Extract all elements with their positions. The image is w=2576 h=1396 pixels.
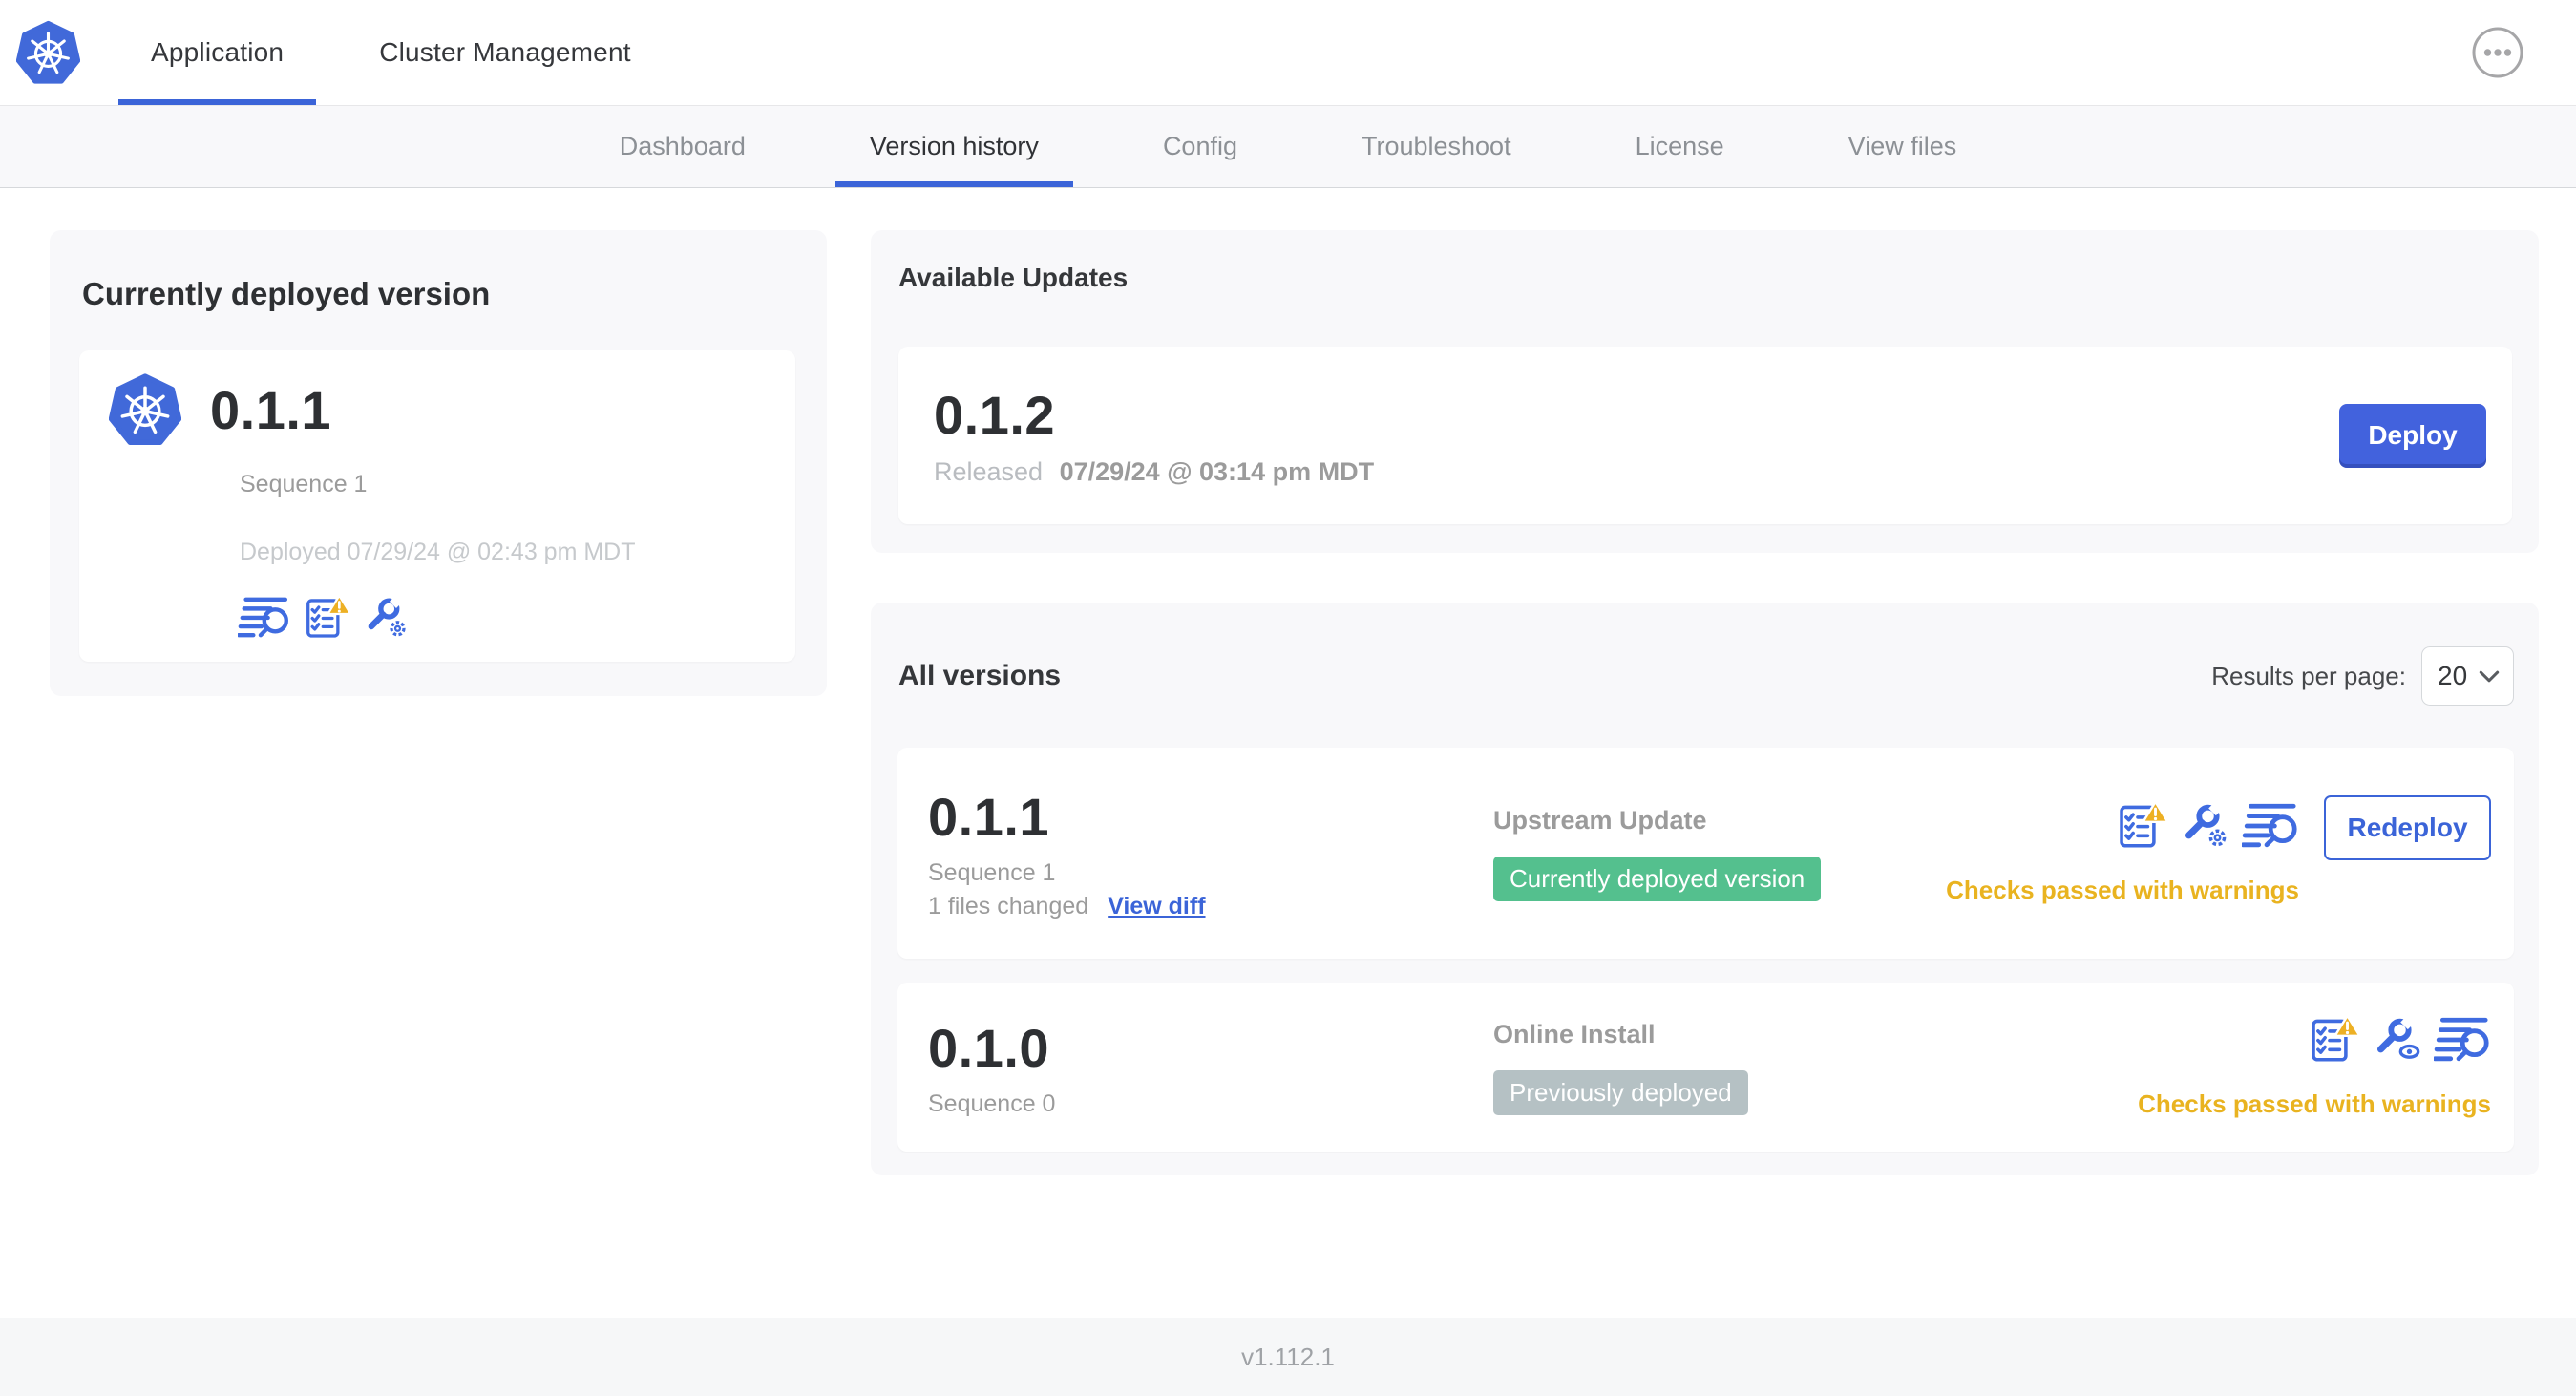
released-timestamp: 07/29/24 @ 03:14 pm MDT: [1059, 457, 1375, 486]
logs-icon[interactable]: [238, 595, 291, 639]
ellipsis-menu-button[interactable]: [2471, 26, 2524, 79]
version-row: 0.1.0 Sequence 0 Online Install Previous…: [897, 983, 2514, 1152]
preflight-checks-warning-icon[interactable]: [2118, 801, 2169, 849]
available-updates-title: Available Updates: [898, 263, 1129, 292]
preflight-checks-warning-icon[interactable]: [2310, 1015, 2361, 1063]
version-history-page: Currently deployed version 0.1.1 Sequenc…: [0, 188, 2576, 1175]
results-per-page-value: 20: [2438, 661, 2468, 690]
version-row: 0.1.1 Sequence 1 1 files changed View di…: [897, 748, 2514, 959]
kubernetes-logo: [16, 20, 80, 84]
update-version-number: 0.1.2: [934, 385, 1056, 445]
config-gear-icon[interactable]: [365, 595, 409, 639]
preflight-checks-warning-icon[interactable]: [305, 595, 351, 639]
preflight-status-text[interactable]: Checks passed with warnings: [1946, 876, 2299, 905]
subnav-troubleshoot[interactable]: Troubleshoot: [1327, 106, 1546, 187]
top-tabs: Application Cluster Management: [118, 0, 664, 105]
preflight-status-text[interactable]: Checks passed with warnings: [2138, 1089, 2491, 1119]
ellipsis-menu-icon: [2472, 27, 2523, 78]
kubernetes-logo: [109, 373, 181, 446]
deployed-version-panel: 0.1.1 Sequence 1 Deployed 07/29/24 @ 02:…: [79, 350, 795, 662]
footer: v1.112.1: [0, 1318, 2576, 1396]
deploy-button[interactable]: Deploy: [2339, 403, 2486, 468]
available-updates-card: Available Updates 0.1.2 Released 07/29/2…: [871, 230, 2539, 553]
update-row: 0.1.2 Released 07/29/24 @ 03:14 pm MDT D…: [898, 347, 2512, 524]
row-sequence: Sequence 1: [928, 859, 1056, 886]
status-badge: Previously deployed: [1493, 1069, 1748, 1115]
all-versions-title: All versions: [898, 660, 1062, 691]
subnav-view-files[interactable]: View files: [1814, 106, 1992, 187]
chevron-down-icon: [2479, 670, 2500, 682]
subnav-license[interactable]: License: [1601, 106, 1759, 187]
subnav-dashboard[interactable]: Dashboard: [585, 106, 780, 187]
row-version-number: 0.1.1: [928, 787, 1050, 847]
app-subnav: Dashboard Version history Config Trouble…: [0, 105, 2576, 188]
config-view-icon[interactable]: [2374, 1015, 2421, 1063]
files-changed-label: 1 files changed: [928, 893, 1089, 920]
status-badge: Currently deployed version: [1493, 856, 1822, 901]
row-sequence: Sequence 0: [928, 1089, 1056, 1117]
deployed-timestamp: Deployed 07/29/24 @ 02:43 pm MDT: [240, 539, 636, 565]
version-source-label: Online Install: [1493, 1019, 1656, 1048]
subnav-config[interactable]: Config: [1129, 106, 1272, 187]
logs-icon[interactable]: [2433, 1015, 2491, 1063]
deployed-sequence: Sequence 1: [240, 471, 368, 497]
tab-application[interactable]: Application: [118, 0, 317, 105]
row-version-number: 0.1.0: [928, 1017, 1050, 1078]
config-gear-icon[interactable]: [2182, 801, 2229, 849]
deployed-card-title: Currently deployed version: [82, 276, 491, 311]
redeploy-button[interactable]: Redeploy: [2324, 795, 2491, 860]
version-source-label: Upstream Update: [1493, 805, 1707, 835]
console-version: v1.112.1: [1241, 1342, 1335, 1371]
view-diff-link[interactable]: View diff: [1108, 893, 1205, 920]
subnav-version-history[interactable]: Version history: [834, 106, 1074, 187]
all-versions-card: All versions Results per page: 20 0.1.1 …: [871, 603, 2539, 1175]
results-per-page-select[interactable]: 20: [2421, 646, 2514, 706]
deployed-version-number: 0.1.1: [210, 379, 332, 440]
topbar: Application Cluster Management: [0, 0, 2576, 105]
logs-icon[interactable]: [2241, 801, 2299, 849]
currently-deployed-card: Currently deployed version 0.1.1 Sequenc…: [50, 230, 827, 696]
app-logo: [0, 0, 80, 105]
results-per-page-label: Results per page:: [2211, 661, 2406, 690]
tab-cluster-management[interactable]: Cluster Management: [347, 0, 664, 105]
released-label: Released: [934, 457, 1044, 486]
